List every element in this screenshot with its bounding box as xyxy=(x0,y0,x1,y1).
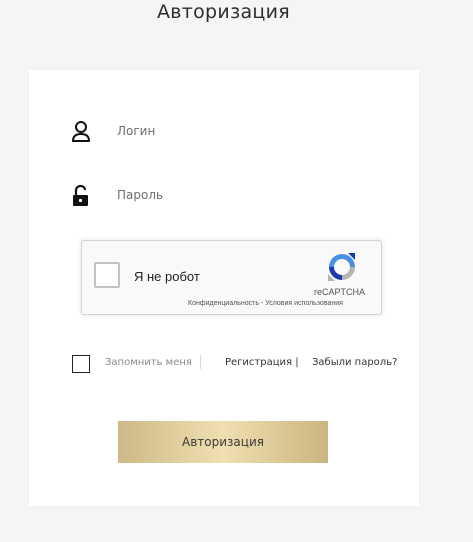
recaptcha-logo-icon xyxy=(326,251,358,283)
remember-me-checkbox[interactable] xyxy=(72,355,90,373)
password-input[interactable] xyxy=(117,182,387,208)
user-icon xyxy=(71,120,91,144)
recaptcha-label: Я не робот xyxy=(134,269,200,284)
forgot-password-link[interactable]: Забыли пароль? xyxy=(312,357,397,368)
login-input[interactable] xyxy=(117,118,387,144)
login-card: Я не робот reCAPTCHA Конфиденциальность … xyxy=(29,70,419,506)
page-title: Авторизация xyxy=(156,1,291,23)
password-field-row xyxy=(29,182,419,212)
login-submit-button[interactable]: Авторизация xyxy=(118,421,328,463)
recaptcha-brand: reCAPTCHA xyxy=(314,287,366,297)
remember-me-label[interactable]: Запомнить меня xyxy=(105,357,192,368)
register-link[interactable]: Регистрация | xyxy=(225,357,299,368)
divider xyxy=(200,355,201,369)
lock-open-icon xyxy=(71,184,91,208)
recaptcha-widget: Я не робот reCAPTCHA Конфиденциальность … xyxy=(81,240,382,315)
recaptcha-terms-link[interactable]: Конфиденциальность - Условия использован… xyxy=(188,300,343,307)
recaptcha-checkbox[interactable] xyxy=(94,262,120,288)
login-field-row xyxy=(29,118,419,148)
